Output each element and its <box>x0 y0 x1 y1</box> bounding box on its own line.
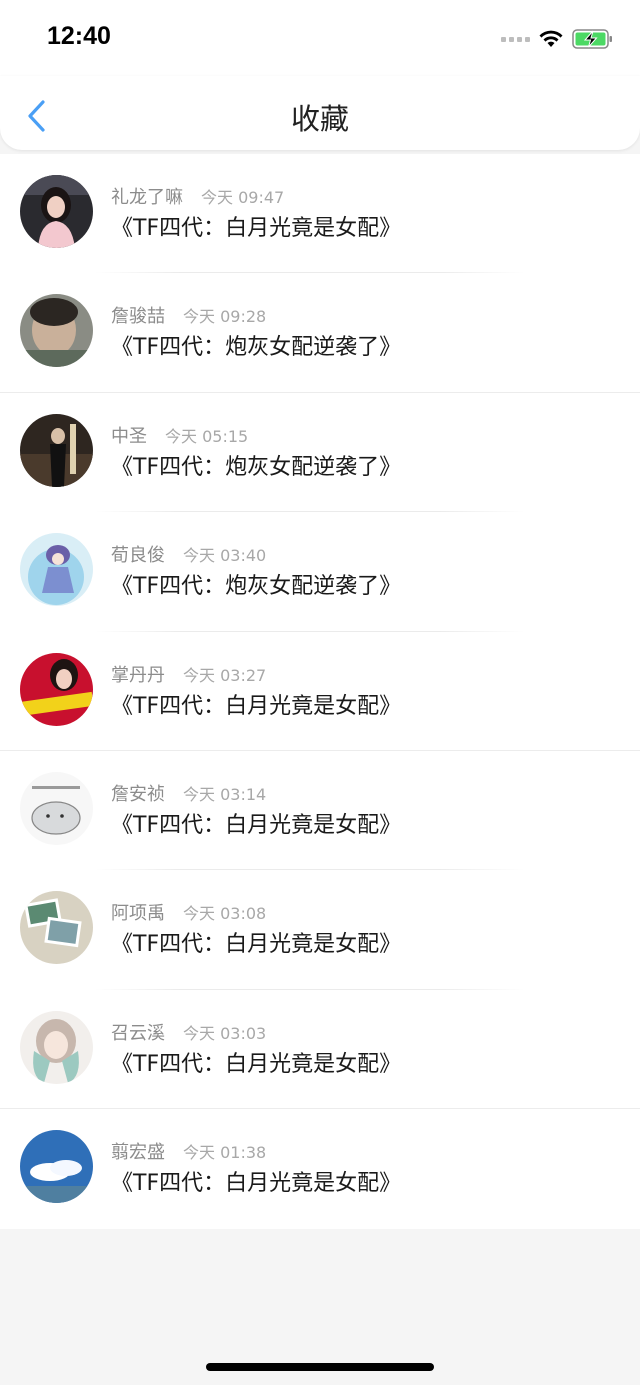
list-item[interactable]: 礼龙了嘛 今天 09:47 《TF四代：白月光竟是女配》 <box>0 154 640 274</box>
timestamp: 今天 03:14 <box>183 784 267 804</box>
timestamp: 今天 03:27 <box>183 665 267 685</box>
status-icons <box>501 24 614 54</box>
timestamp: 今天 01:38 <box>183 1143 267 1163</box>
list-item[interactable]: 阿项禹 今天 03:08 《TF四代：白月光竟是女配》 <box>0 870 640 990</box>
user-avatar[interactable] <box>20 413 93 487</box>
timestamp: 今天 03:40 <box>183 546 267 566</box>
favorite-title[interactable]: 《TF四代：白月光竟是女配》 <box>111 688 401 720</box>
favorite-title[interactable]: 《TF四代：炮灰女配逆袭了》 <box>111 568 401 600</box>
favorites-list: 礼龙了嘛 今天 09:47 《TF四代：白月光竟是女配》 詹骏喆 今天 09:28 … <box>0 154 640 1229</box>
user-avatar[interactable] <box>20 1010 93 1084</box>
status-bar: 12:40 <box>0 0 640 76</box>
list-item[interactable]: 中圣 今天 05:15 《TF四代：炮灰女配逆袭了》 <box>0 393 640 513</box>
battery-charging-icon <box>572 29 612 49</box>
username: 翦宏盛 <box>111 1142 165 1164</box>
username: 荀良俊 <box>111 545 165 567</box>
username: 掌丹丹 <box>111 664 165 686</box>
navigation-bar: 收藏 <box>0 76 640 150</box>
username: 詹骏喆 <box>111 306 165 328</box>
user-avatar[interactable] <box>20 771 93 845</box>
home-indicator[interactable] <box>206 1363 434 1371</box>
timestamp: 今天 09:47 <box>201 188 285 207</box>
username: 詹安祯 <box>111 783 165 805</box>
favorite-title[interactable]: 《TF四代：炮灰女配逆袭了》 <box>111 449 401 481</box>
list-item[interactable]: 詹骏喆 今天 09:28 《TF四代：炮灰女配逆袭了》 <box>0 273 640 393</box>
wifi-icon <box>539 30 563 47</box>
username: 礼龙了嘛 <box>111 187 183 208</box>
user-avatar[interactable] <box>20 652 93 726</box>
user-avatar[interactable] <box>20 891 93 965</box>
user-avatar[interactable] <box>20 1130 93 1204</box>
favorite-title[interactable]: 《TF四代：白月光竟是女配》 <box>111 210 401 242</box>
timestamp: 今天 03:08 <box>183 904 267 924</box>
username: 中圣 <box>111 425 147 447</box>
page-title: 收藏 <box>290 102 349 136</box>
username: 召云溪 <box>111 1022 165 1044</box>
list-item[interactable]: 翦宏盛 今天 01:38 《TF四代：白月光竟是女配》 <box>0 1109 640 1228</box>
favorite-title[interactable]: 《TF四代：白月光竟是女配》 <box>111 1046 401 1078</box>
user-avatar[interactable] <box>20 294 93 368</box>
timestamp: 今天 03:03 <box>183 1023 267 1043</box>
user-avatar[interactable] <box>20 175 93 248</box>
user-avatar[interactable] <box>20 533 93 607</box>
username: 阿项禹 <box>111 903 165 925</box>
timestamp: 今天 05:15 <box>165 426 249 446</box>
list-item[interactable]: 荀良俊 今天 03:40 《TF四代：炮灰女配逆袭了》 <box>0 512 640 632</box>
favorite-title[interactable]: 《TF四代：白月光竟是女配》 <box>111 1165 401 1197</box>
list-item[interactable]: 詹安祯 今天 03:14 《TF四代：白月光竟是女配》 <box>0 751 640 871</box>
list-item[interactable]: 掌丹丹 今天 03:27 《TF四代：白月光竟是女配》 <box>0 632 640 751</box>
favorite-title[interactable]: 《TF四代：白月光竟是女配》 <box>111 926 401 958</box>
favorite-title[interactable]: 《TF四代：白月光竟是女配》 <box>111 807 401 839</box>
favorite-title[interactable]: 《TF四代：炮灰女配逆袭了》 <box>111 329 401 361</box>
signal-icon <box>501 36 530 42</box>
list-item[interactable]: 召云溪 今天 03:03 《TF四代：白月光竟是女配》 <box>0 990 640 1110</box>
status-time: 12:40 <box>47 22 111 50</box>
timestamp: 今天 09:28 <box>183 307 267 327</box>
